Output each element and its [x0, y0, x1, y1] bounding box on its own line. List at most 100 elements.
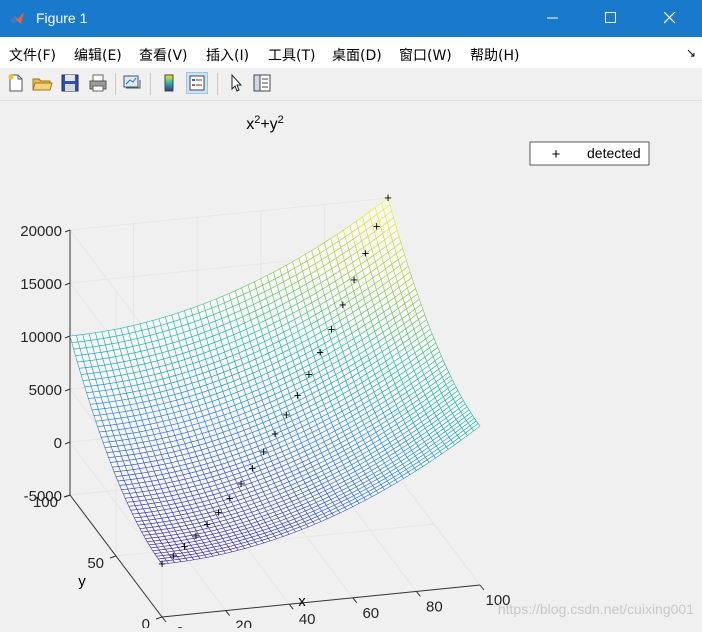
detected-marker: +	[215, 504, 223, 519]
matlab-logo-icon	[10, 12, 24, 24]
title-bar: Figure 1	[0, 0, 702, 37]
menu-insert[interactable]: 插入(I)	[206, 45, 249, 65]
legend-button[interactable]	[186, 72, 208, 94]
z-tick	[64, 229, 71, 233]
maximize-button[interactable]	[589, 0, 635, 37]
legend-icon	[189, 75, 205, 91]
detected-marker: +	[226, 491, 234, 506]
detected-marker: +	[316, 344, 324, 359]
detected-marker: +	[362, 246, 370, 261]
legend-label: detected	[587, 145, 641, 161]
detected-marker: +	[271, 426, 279, 441]
detected-marker: +	[237, 476, 245, 491]
detected-marker: +	[170, 548, 178, 563]
title-char: y	[270, 116, 278, 133]
x-tick-label: 60	[362, 605, 379, 622]
property-editor-icon	[253, 74, 271, 92]
x-tick	[416, 591, 421, 597]
menu-window[interactable]: 窗口(W)	[399, 45, 452, 65]
detected-marker: +	[305, 366, 313, 381]
close-icon	[664, 12, 676, 24]
x-tick	[479, 584, 485, 591]
maximize-icon	[605, 12, 616, 23]
link-plot-icon	[123, 75, 141, 89]
menu-desktop[interactable]: 桌面(D)	[332, 45, 382, 65]
new-figure-icon	[8, 74, 23, 92]
colorbar-icon	[164, 74, 174, 92]
z-tick-label: 20000	[20, 223, 62, 240]
menu-edit[interactable]: 编辑(E)	[74, 45, 122, 65]
x-axis-label: x	[298, 593, 306, 610]
legend-marker: +	[552, 146, 561, 163]
x-tick	[161, 616, 167, 623]
toolbar-separator	[115, 73, 116, 95]
x-tick	[225, 610, 230, 616]
z-tick	[64, 335, 71, 339]
detected-marker: +	[384, 190, 392, 205]
detected-marker: +	[203, 517, 211, 532]
print-icon	[89, 74, 107, 92]
z-gridline	[69, 197, 389, 231]
z-tick-label: 15000	[20, 276, 62, 293]
detected-marker: +	[294, 387, 302, 402]
surface-mesh	[69, 197, 481, 565]
z-tick	[64, 388, 71, 392]
detected-marker: +	[192, 528, 200, 543]
z-tick-label: -5000	[24, 488, 62, 505]
open-file-button[interactable]	[31, 72, 53, 94]
toolbar-separator	[150, 73, 151, 95]
legend-box[interactable]: + detected	[529, 141, 650, 166]
save-button[interactable]	[59, 72, 81, 94]
pointer-icon	[231, 73, 243, 92]
y-tick	[155, 616, 163, 620]
z-tick-label: 10000	[20, 329, 62, 346]
window-title: Figure 1	[36, 10, 88, 26]
detected-marker: +	[158, 556, 166, 571]
property-editor-button[interactable]	[251, 72, 273, 94]
detected-marker: +	[249, 460, 257, 475]
menu-view[interactable]: 查看(V)	[139, 45, 188, 65]
new-figure-button[interactable]	[5, 72, 27, 94]
minimize-icon	[547, 17, 558, 19]
detected-marker: +	[373, 218, 381, 233]
z-tick	[64, 282, 71, 286]
z-tick-label: 5000	[29, 382, 62, 399]
y-axis-label: y	[78, 573, 86, 590]
title-char: 2	[278, 114, 284, 126]
x-tick-label: 80	[426, 598, 443, 615]
open-file-icon	[32, 78, 53, 91]
menu-bar: 文件(F) 编辑(E) 查看(V) 插入(I) 工具(T) 桌面(D) 窗口(W…	[0, 37, 702, 69]
y-tick-label: 0	[142, 616, 150, 628]
chart-title: x2+y2	[246, 114, 284, 133]
print-button[interactable]	[87, 72, 109, 94]
detected-marker: +	[350, 272, 358, 287]
menu-tools[interactable]: 工具(T)	[268, 45, 315, 65]
title-char: +	[260, 116, 269, 133]
close-button[interactable]	[648, 0, 694, 37]
figure-canvas[interactable]: +++++++++++++++++++++ 020406080100050100…	[0, 101, 702, 632]
title-char: x	[246, 116, 254, 133]
detected-marker: +	[328, 321, 336, 336]
detected-marker: +	[260, 444, 268, 459]
z-tick-label: 0	[54, 435, 62, 452]
colorbar-button[interactable]	[158, 72, 180, 94]
watermark: https://blog.csdn.net/cuixing001	[498, 601, 694, 617]
menu-help[interactable]: 帮助(H)	[470, 45, 519, 65]
y-tick	[109, 555, 117, 559]
toolbar-separator	[217, 73, 218, 95]
x-tick	[352, 597, 358, 604]
detected-marker: +	[181, 538, 189, 553]
surface-plot[interactable]: +++++++++++++++++++++ 020406080100050100…	[0, 101, 702, 632]
x-tick	[288, 603, 294, 610]
menu-file[interactable]: 文件(F)	[9, 45, 56, 65]
save-icon	[61, 74, 79, 92]
pointer-button[interactable]	[225, 72, 247, 94]
dock-arrow-icon[interactable]: ↘	[686, 46, 696, 60]
y-tick-label: 50	[87, 555, 104, 572]
detected-marker: +	[283, 407, 291, 422]
x-tick-label: 0	[176, 624, 184, 628]
detected-marker: +	[339, 297, 347, 312]
x-tick-label: 20	[235, 618, 252, 628]
minimize-button[interactable]	[531, 0, 577, 37]
link-plot-button[interactable]	[121, 72, 143, 94]
